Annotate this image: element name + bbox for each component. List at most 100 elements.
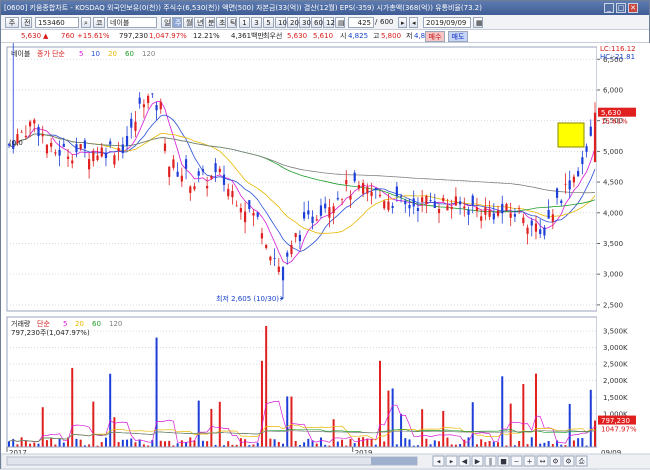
volume-bar[interactable] bbox=[471, 402, 474, 447]
candle-body[interactable] bbox=[243, 211, 247, 223]
volume-bar[interactable] bbox=[404, 438, 407, 447]
volume-bar[interactable] bbox=[210, 408, 213, 447]
volume-bar[interactable] bbox=[50, 438, 53, 447]
candle-body[interactable] bbox=[488, 210, 491, 217]
volume-bar[interactable] bbox=[37, 443, 40, 447]
tab-period-2[interactable]: 월 bbox=[183, 17, 193, 28]
volume-bar[interactable] bbox=[577, 438, 580, 447]
candle-body[interactable] bbox=[50, 142, 53, 147]
candle-body[interactable] bbox=[168, 166, 171, 177]
candle-body[interactable] bbox=[467, 209, 470, 215]
sell-button[interactable]: 매도 bbox=[448, 31, 468, 42]
bar-count-input[interactable]: 425 bbox=[348, 17, 374, 28]
volume-bar[interactable] bbox=[159, 440, 162, 447]
candle-body[interactable] bbox=[125, 135, 129, 146]
candle-body[interactable] bbox=[332, 206, 335, 214]
volume-bar[interactable] bbox=[378, 360, 381, 447]
volume-bar[interactable] bbox=[509, 403, 512, 447]
volume-bar[interactable] bbox=[594, 420, 596, 447]
volume-bar[interactable] bbox=[349, 439, 352, 447]
volume-bar[interactable] bbox=[256, 442, 259, 447]
chevron-right-icon[interactable]: ▸ bbox=[398, 17, 407, 28]
volume-bar[interactable] bbox=[294, 440, 297, 447]
volume-bar[interactable] bbox=[265, 325, 268, 447]
candle-body[interactable] bbox=[412, 198, 415, 207]
candle-body[interactable] bbox=[45, 144, 49, 154]
candle-body[interactable] bbox=[509, 213, 512, 218]
candle-body[interactable] bbox=[151, 93, 154, 95]
volume-bar[interactable] bbox=[8, 441, 10, 447]
candle-body[interactable] bbox=[353, 172, 356, 182]
candle-body[interactable] bbox=[197, 171, 200, 176]
candle-body[interactable] bbox=[83, 140, 86, 149]
candle-body[interactable] bbox=[362, 182, 365, 194]
candle-body[interactable] bbox=[311, 216, 314, 223]
candle-body[interactable] bbox=[273, 258, 276, 259]
tab-interval-4[interactable]: 20 bbox=[287, 17, 299, 28]
alert-marker[interactable] bbox=[557, 122, 585, 148]
candle-body[interactable] bbox=[543, 227, 546, 236]
candle-body[interactable] bbox=[450, 206, 453, 210]
tab-interval-2[interactable]: 5 bbox=[263, 17, 274, 28]
candle-body[interactable] bbox=[290, 244, 293, 255]
candle-body[interactable] bbox=[349, 195, 352, 200]
volume-bar[interactable] bbox=[277, 441, 280, 447]
candle-body[interactable] bbox=[117, 147, 120, 151]
candle-body[interactable] bbox=[147, 95, 150, 104]
candle-body[interactable] bbox=[378, 194, 382, 197]
candle-body[interactable] bbox=[189, 186, 192, 193]
tab-period-4[interactable]: 분 bbox=[205, 17, 215, 28]
stock-name[interactable]: 네이블 bbox=[107, 17, 157, 28]
volume-bar[interactable] bbox=[446, 437, 449, 447]
candle-body[interactable] bbox=[399, 196, 403, 198]
candle-body[interactable] bbox=[568, 180, 571, 190]
candle-body[interactable] bbox=[265, 244, 268, 249]
volume-bar[interactable] bbox=[438, 441, 441, 447]
candle-body[interactable] bbox=[201, 169, 205, 172]
candle-body[interactable] bbox=[492, 213, 495, 220]
volume-bar[interactable] bbox=[547, 441, 550, 447]
candle-body[interactable] bbox=[260, 233, 264, 239]
volume-bar[interactable] bbox=[366, 438, 369, 447]
candle-body[interactable] bbox=[315, 219, 318, 221]
candle-body[interactable] bbox=[505, 204, 508, 211]
buy-button[interactable]: 매수 bbox=[425, 31, 445, 42]
candle-body[interactable] bbox=[366, 187, 369, 194]
candle-body[interactable] bbox=[163, 143, 167, 151]
candle-body[interactable] bbox=[256, 212, 259, 217]
volume-bar[interactable] bbox=[273, 439, 276, 447]
candle-body[interactable] bbox=[496, 210, 500, 216]
volume-bar[interactable] bbox=[543, 442, 546, 447]
volume-bar[interactable] bbox=[303, 442, 306, 447]
volume-bar[interactable] bbox=[421, 409, 424, 447]
volume-bar[interactable] bbox=[568, 403, 571, 447]
volume-bar[interactable] bbox=[121, 439, 124, 447]
candle-body[interactable] bbox=[408, 204, 411, 209]
tab-period-1[interactable]: 주 bbox=[172, 17, 182, 28]
volume-bar[interactable] bbox=[341, 439, 344, 447]
candle-body[interactable] bbox=[248, 200, 251, 210]
candle-body[interactable] bbox=[581, 157, 584, 165]
candle-body[interactable] bbox=[471, 195, 474, 205]
volume-bar[interactable] bbox=[370, 439, 373, 447]
volume-bar[interactable] bbox=[480, 439, 483, 447]
candle-body[interactable] bbox=[433, 201, 436, 209]
candle-body[interactable] bbox=[41, 134, 44, 137]
volume-bar[interactable] bbox=[218, 401, 221, 447]
candle-body[interactable] bbox=[66, 156, 70, 159]
volume-bar[interactable] bbox=[109, 373, 112, 447]
candle-body[interactable] bbox=[113, 155, 116, 165]
volume-bar[interactable] bbox=[75, 438, 78, 447]
volume-bar[interactable] bbox=[201, 440, 204, 447]
candle-body[interactable] bbox=[303, 212, 306, 219]
candle-body[interactable] bbox=[404, 200, 407, 205]
candle-body[interactable] bbox=[286, 252, 289, 257]
zoom-icon[interactable]: ▤ bbox=[335, 17, 345, 28]
candle-body[interactable] bbox=[104, 152, 108, 159]
candle-body[interactable] bbox=[307, 210, 310, 215]
candle-body[interactable] bbox=[62, 143, 65, 147]
calendar-icon[interactable]: ▦ bbox=[473, 17, 483, 28]
volume-bar[interactable] bbox=[307, 438, 310, 447]
tab-period-5[interactable]: 초 bbox=[216, 17, 226, 28]
candle-body[interactable] bbox=[155, 105, 158, 111]
